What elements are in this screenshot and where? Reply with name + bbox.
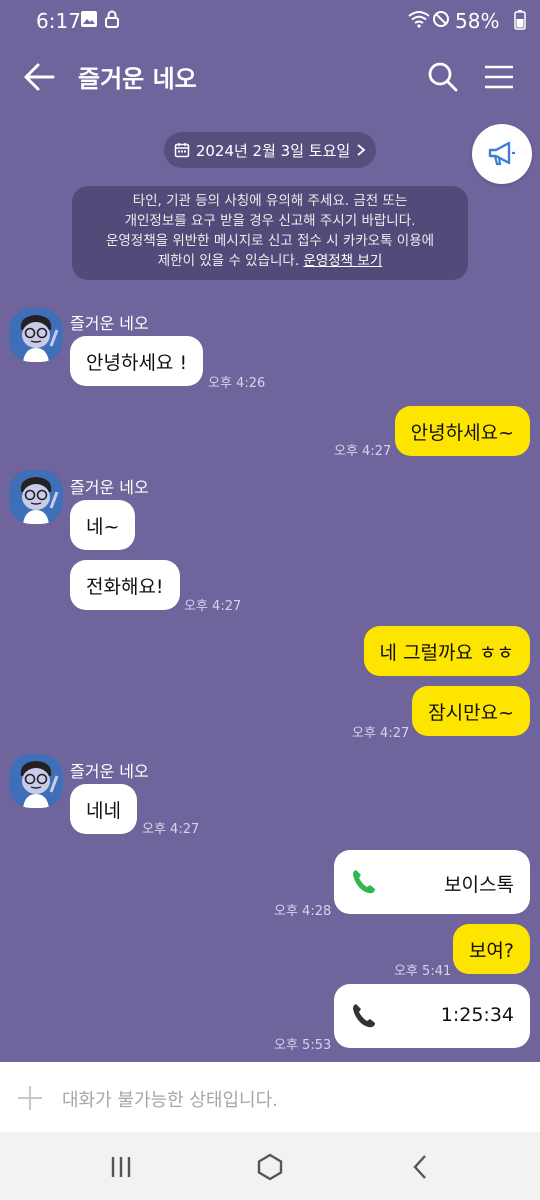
incoming-message[interactable]: 전화해요! <box>70 560 180 610</box>
message-time: 오후 4:28 <box>274 904 332 919</box>
do-not-disturb-icon <box>433 11 449 27</box>
avatar[interactable] <box>9 470 63 524</box>
policy-link[interactable]: 운영정책 보기 <box>303 253 382 269</box>
chat-header: 즐거운 네오 <box>0 40 540 112</box>
message-time: 오후 4:26 <box>208 376 266 391</box>
call-duration-card[interactable]: 1:25:34 <box>334 984 530 1048</box>
chevron-right-icon <box>357 144 366 156</box>
outgoing-message[interactable]: 보여? <box>452 924 530 974</box>
chat-title: 즐거운 네오 <box>78 65 197 93</box>
neo-avatar-icon <box>9 308 63 362</box>
avatar[interactable] <box>9 754 63 808</box>
notice-line: 운영정책을 위반한 메시지로 신고 접수 시 카카오톡 이용에 <box>105 233 435 249</box>
status-bar: 6:17 58% <box>0 0 540 40</box>
calendar-icon <box>174 143 190 158</box>
gallery-icon <box>81 11 97 27</box>
lock-icon <box>105 10 119 28</box>
safety-notice: 타인, 기관 등의 사칭에 유의해 주세요. 금전 또는 개인정보를 요구 받을… <box>72 186 468 280</box>
message-time: 오후 4:27 <box>184 599 242 614</box>
outgoing-message[interactable]: 잠시만요~ <box>412 686 530 736</box>
notice-line: 제한이 있을 수 있습니다. 운영정책 보기 <box>72 251 468 271</box>
message-input-bar: 대화가 불가능한 상태입니다. <box>0 1062 540 1132</box>
recent-apps-icon[interactable] <box>106 1152 136 1182</box>
call-duration: 1:25:34 <box>440 1004 514 1026</box>
neo-avatar-icon <box>9 754 63 808</box>
phone-icon <box>353 1004 375 1028</box>
incoming-message[interactable]: 네~ <box>70 500 136 550</box>
date-label: 2024년 2월 3일 토요일 <box>195 141 351 160</box>
message-time: 오후 5:53 <box>274 1038 332 1053</box>
notice-line: 타인, 기관 등의 사칭에 유의해 주세요. 금전 또는 <box>132 193 408 209</box>
plus-icon[interactable] <box>16 1084 44 1112</box>
wifi-icon <box>408 11 430 28</box>
back-arrow-icon[interactable] <box>22 62 56 92</box>
message-time: 오후 4:27 <box>352 726 410 741</box>
outgoing-message[interactable]: 네 그럴까요 ㅎㅎ <box>363 626 530 676</box>
message-time: 오후 5:41 <box>394 964 452 979</box>
avatar[interactable] <box>9 308 63 362</box>
menu-icon[interactable] <box>482 60 516 94</box>
message-time: 오후 4:27 <box>142 822 200 837</box>
outgoing-message[interactable]: 안녕하세요~ <box>394 406 530 456</box>
message-time: 오후 4:27 <box>334 444 392 459</box>
neo-avatar-icon <box>9 470 63 524</box>
home-icon[interactable] <box>255 1152 285 1182</box>
voice-talk-card[interactable]: 보이스톡 <box>334 850 530 914</box>
phone-icon <box>353 870 375 894</box>
announcement-button[interactable] <box>472 124 532 184</box>
incoming-message[interactable]: 안녕하세요 ! <box>70 336 204 386</box>
incoming-message[interactable]: 네네 <box>70 784 137 834</box>
notice-text: 제한이 있을 수 있습니다. <box>157 253 304 269</box>
battery-percent: 58% <box>455 9 500 33</box>
status-time: 6:17 <box>36 9 81 33</box>
battery-icon <box>514 10 526 30</box>
notice-line: 개인정보를 요구 받을 경우 신고해 주시기 바랍니다. <box>124 213 416 229</box>
system-nav-bar <box>0 1132 540 1200</box>
sender-name: 즐거운 네오 <box>70 762 149 781</box>
search-icon[interactable] <box>426 60 460 94</box>
disabled-input-text: 대화가 불가능한 상태입니다. <box>62 1090 278 1111</box>
megaphone-icon <box>488 141 515 166</box>
date-pill[interactable]: 2024년 2월 3일 토요일 <box>164 132 376 168</box>
back-icon[interactable] <box>406 1152 436 1182</box>
sender-name: 즐거운 네오 <box>70 478 149 497</box>
call-label: 보이스톡 <box>444 874 514 896</box>
sender-name: 즐거운 네오 <box>70 314 149 333</box>
